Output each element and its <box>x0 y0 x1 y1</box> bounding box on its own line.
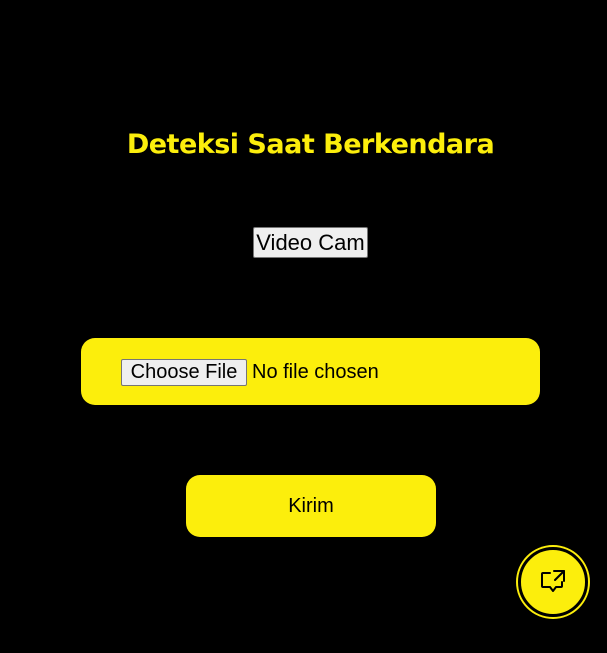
page: Deteksi Saat Berkendara Video Cam Choose… <box>0 0 607 653</box>
file-upload-panel: Choose File No file chosen <box>81 338 540 405</box>
submit-button[interactable]: Kirim <box>186 475 436 537</box>
choose-file-button[interactable]: Choose File <box>121 359 247 386</box>
feedback-chat-button[interactable] <box>518 547 588 617</box>
file-status-text: No file chosen <box>252 361 379 383</box>
video-cam-button[interactable]: Video Cam <box>253 227 368 258</box>
feedback-chat-icon <box>541 570 565 592</box>
page-title: Deteksi Saat Berkendara <box>126 129 495 160</box>
